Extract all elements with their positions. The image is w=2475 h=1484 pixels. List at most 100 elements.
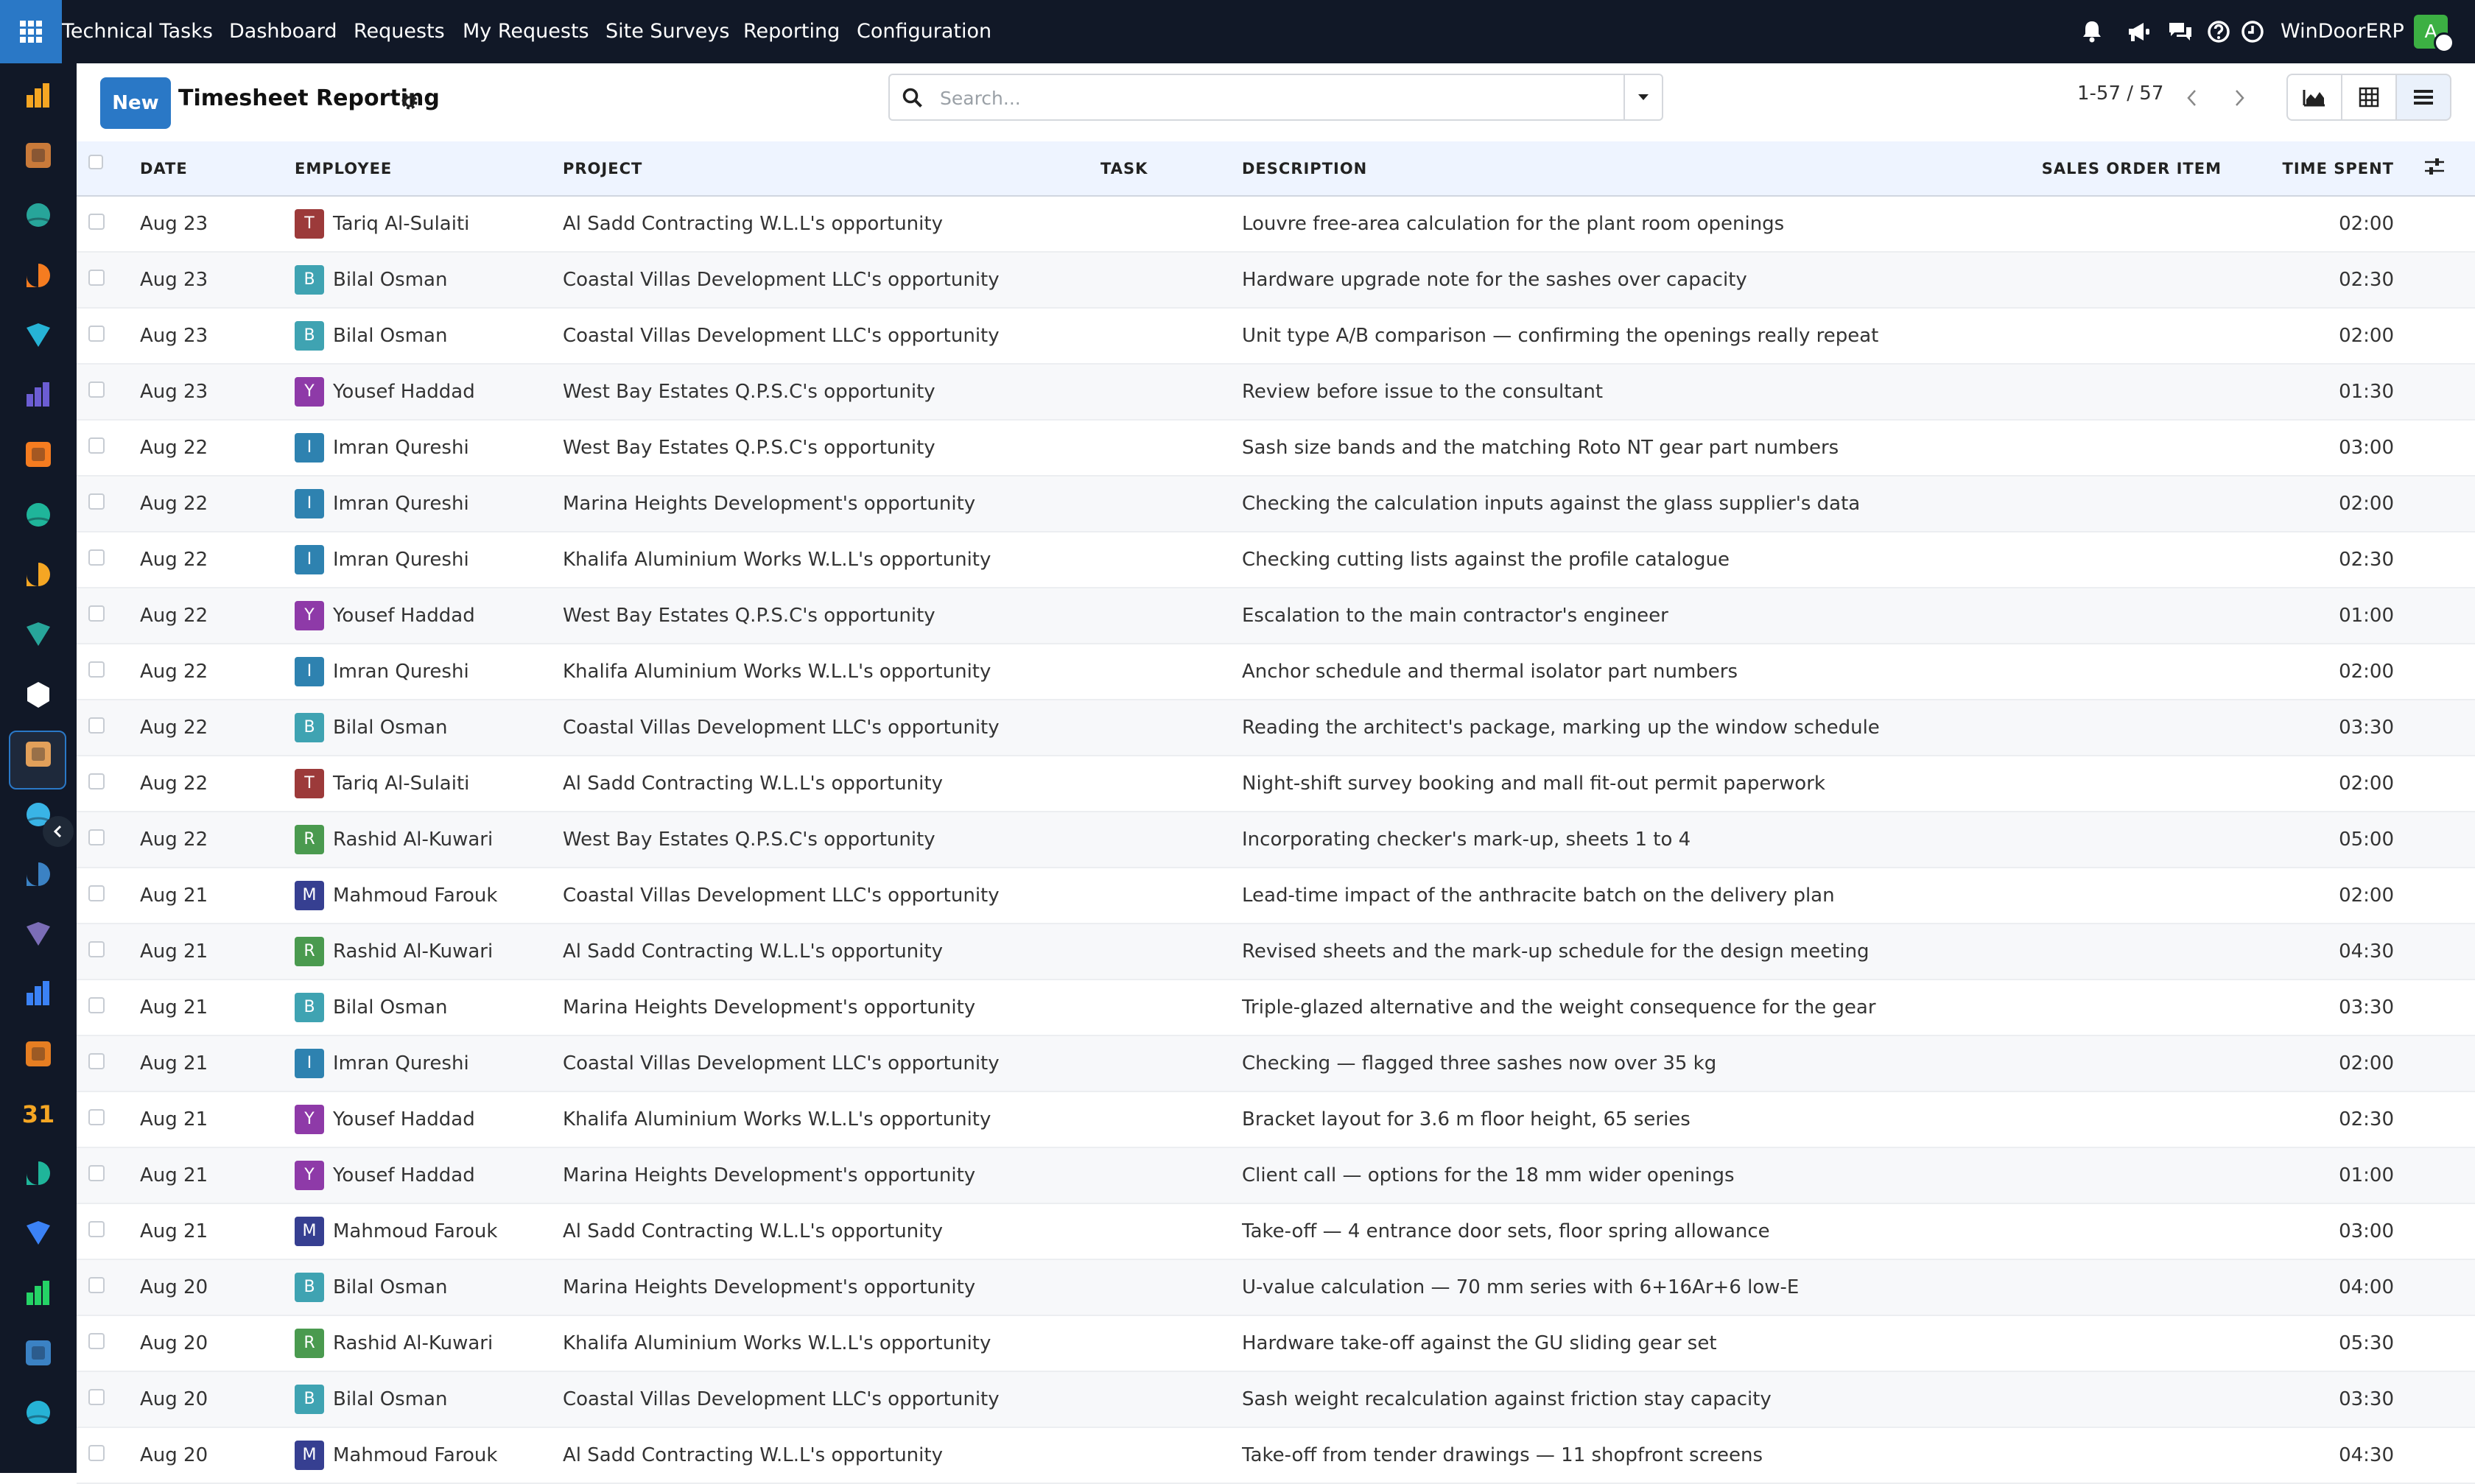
graph-view-button[interactable] (2286, 74, 2342, 121)
app-name[interactable]: Technical Tasks (62, 0, 213, 63)
chat-icon[interactable] (20, 436, 57, 473)
row-checkbox[interactable] (88, 381, 105, 398)
table-row[interactable]: Aug 23 B Bilal Osman Coastal Villas Develop… (77, 252, 2475, 309)
discuss-icon[interactable] (20, 257, 57, 294)
invoicing-icon[interactable] (20, 975, 57, 1012)
cell-employee[interactable]: R Rashid Al-Kuwari (295, 1315, 563, 1372)
email-marketing-icon[interactable] (20, 376, 57, 413)
search-input[interactable] (938, 81, 1575, 115)
tasks-icon[interactable] (20, 137, 57, 174)
app-grid-icon[interactable] (0, 0, 62, 63)
column-header-time-spent[interactable]: TIME SPENT (2222, 141, 2394, 197)
help-icon[interactable] (2205, 18, 2232, 45)
column-header-project[interactable]: PROJECT (563, 141, 1100, 197)
table-row[interactable]: Aug 21 I Imran Qureshi Coastal Villas Devel… (77, 1035, 2475, 1092)
cell-employee[interactable]: B Bilal Osman (295, 1371, 563, 1428)
menu-requests[interactable]: Requests (354, 0, 445, 63)
sign-icon[interactable] (20, 1155, 57, 1192)
table-row[interactable]: Aug 20 B Bilal Osman Coastal Villas Develop… (77, 1371, 2475, 1428)
cell-employee[interactable]: B Bilal Osman (295, 252, 563, 309)
clock-icon[interactable] (2239, 18, 2266, 45)
company-name[interactable]: WinDoorERP (2281, 0, 2404, 63)
pivot-view-button[interactable] (2341, 74, 2397, 121)
table-row[interactable]: Aug 21 B Bilal Osman Marina Heights Develop… (77, 980, 2475, 1036)
row-checkbox[interactable] (88, 717, 105, 734)
cell-employee[interactable]: M Mahmoud Farouk (295, 1203, 563, 1260)
select-all-checkbox[interactable] (88, 155, 103, 169)
cell-employee[interactable]: I Imran Qureshi (295, 532, 563, 588)
menu-configuration[interactable]: Configuration (857, 0, 991, 63)
live-chat-icon[interactable] (20, 1394, 57, 1431)
gear-icon[interactable] (399, 91, 420, 112)
table-row[interactable]: Aug 21 Y Yousef Haddad Khalifa Aluminium Wo… (77, 1091, 2475, 1148)
cell-employee[interactable]: R Rashid Al-Kuwari (295, 924, 563, 980)
cell-employee[interactable]: Y Yousef Haddad (295, 1091, 563, 1148)
projects-icon[interactable] (20, 736, 57, 773)
list-view-button[interactable] (2395, 74, 2451, 121)
column-header-description[interactable]: DESCRIPTION (1242, 141, 2001, 197)
table-row[interactable]: Aug 20 M Mahmoud Farouk Al Sadd Contracting… (77, 1427, 2475, 1484)
inventory-icon[interactable] (20, 915, 57, 952)
cell-employee[interactable]: M Mahmoud Farouk (295, 868, 563, 924)
row-checkbox[interactable] (88, 1445, 105, 1461)
megaphone-icon[interactable] (2126, 18, 2152, 45)
row-checkbox[interactable] (88, 829, 105, 845)
row-checkbox[interactable] (88, 997, 105, 1013)
sales-icon[interactable] (20, 77, 57, 114)
reporting-icon[interactable] (20, 556, 57, 593)
sidebar-collapse-button[interactable] (43, 816, 74, 847)
menu-my-requests[interactable]: My Requests (463, 0, 589, 63)
row-checkbox[interactable] (88, 1221, 105, 1237)
optional-columns-icon[interactable] (2423, 156, 2446, 177)
cell-employee[interactable]: B Bilal Osman (295, 308, 563, 365)
employees-icon[interactable] (20, 616, 57, 653)
menu-reporting[interactable]: Reporting (743, 0, 840, 63)
row-checkbox[interactable] (88, 1389, 105, 1405)
row-checkbox[interactable] (88, 437, 105, 454)
table-row[interactable]: Aug 23 Y Yousef Haddad West Bay Estates Q.P… (77, 364, 2475, 421)
cell-employee[interactable]: Y Yousef Haddad (295, 1147, 563, 1204)
menu-dashboard[interactable]: Dashboard (229, 0, 337, 63)
menu-site-surveys[interactable]: Site Surveys (605, 0, 729, 63)
column-header-task[interactable]: TASK (1100, 141, 1242, 197)
cell-employee[interactable]: T Tariq Al-Sulaiti (295, 196, 563, 253)
team-icon[interactable] (20, 1035, 57, 1072)
row-checkbox[interactable] (88, 493, 105, 510)
table-row[interactable]: Aug 22 Y Yousef Haddad West Bay Estates Q.P… (77, 588, 2475, 644)
table-row[interactable]: Aug 23 T Tariq Al-Sulaiti Al Sadd Contracti… (77, 196, 2475, 253)
bell-icon[interactable] (2079, 18, 2105, 45)
table-row[interactable]: Aug 22 T Tariq Al-Sulaiti Al Sadd Contracti… (77, 756, 2475, 812)
row-checkbox[interactable] (88, 941, 105, 957)
cell-employee[interactable]: I Imran Qureshi (295, 476, 563, 532)
pager-previous-button[interactable] (2172, 77, 2213, 119)
table-row[interactable]: Aug 22 I Imran Qureshi West Bay Estates Q.P… (77, 420, 2475, 477)
table-row[interactable]: Aug 21 M Mahmoud Farouk Al Sadd Contracting… (77, 1203, 2475, 1260)
row-checkbox[interactable] (88, 326, 105, 342)
chat-bubbles-icon[interactable] (2167, 18, 2194, 45)
cell-employee[interactable]: B Bilal Osman (295, 980, 563, 1036)
table-row[interactable]: Aug 22 I Imran Qureshi Marina Heights Devel… (77, 476, 2475, 532)
cell-employee[interactable]: I Imran Qureshi (295, 644, 563, 700)
table-row[interactable]: Aug 20 B Bilal Osman Marina Heights Develop… (77, 1259, 2475, 1316)
row-checkbox[interactable] (88, 1333, 105, 1349)
cell-employee[interactable]: R Rashid Al-Kuwari (295, 812, 563, 868)
row-checkbox[interactable] (88, 885, 105, 901)
row-checkbox[interactable] (88, 1165, 105, 1181)
row-checkbox[interactable] (88, 1277, 105, 1293)
table-row[interactable]: Aug 21 Y Yousef Haddad Marina Heights Devel… (77, 1147, 2475, 1204)
table-row[interactable]: Aug 22 I Imran Qureshi Khalifa Aluminium Wo… (77, 644, 2475, 700)
whatsapp-icon[interactable] (20, 1275, 57, 1312)
table-row[interactable]: Aug 21 M Mahmoud Farouk Coastal Villas Deve… (77, 868, 2475, 924)
contacts-icon[interactable] (20, 197, 57, 233)
table-row[interactable]: Aug 22 I Imran Qureshi Khalifa Aluminium Wo… (77, 532, 2475, 588)
timer-icon[interactable] (20, 1334, 57, 1371)
technical-tasks-icon[interactable] (20, 677, 57, 714)
column-header-employee[interactable]: EMPLOYEE (295, 141, 563, 197)
row-checkbox[interactable] (88, 773, 105, 790)
column-header-sales-order-item[interactable]: SALES ORDER ITEM (2001, 141, 2222, 197)
knowledge-icon[interactable] (20, 856, 57, 893)
pager-value[interactable]: 1-57 / 57 (2077, 82, 2163, 105)
cell-employee[interactable]: B Bilal Osman (295, 700, 563, 756)
row-checkbox[interactable] (88, 270, 105, 286)
row-checkbox[interactable] (88, 661, 105, 678)
